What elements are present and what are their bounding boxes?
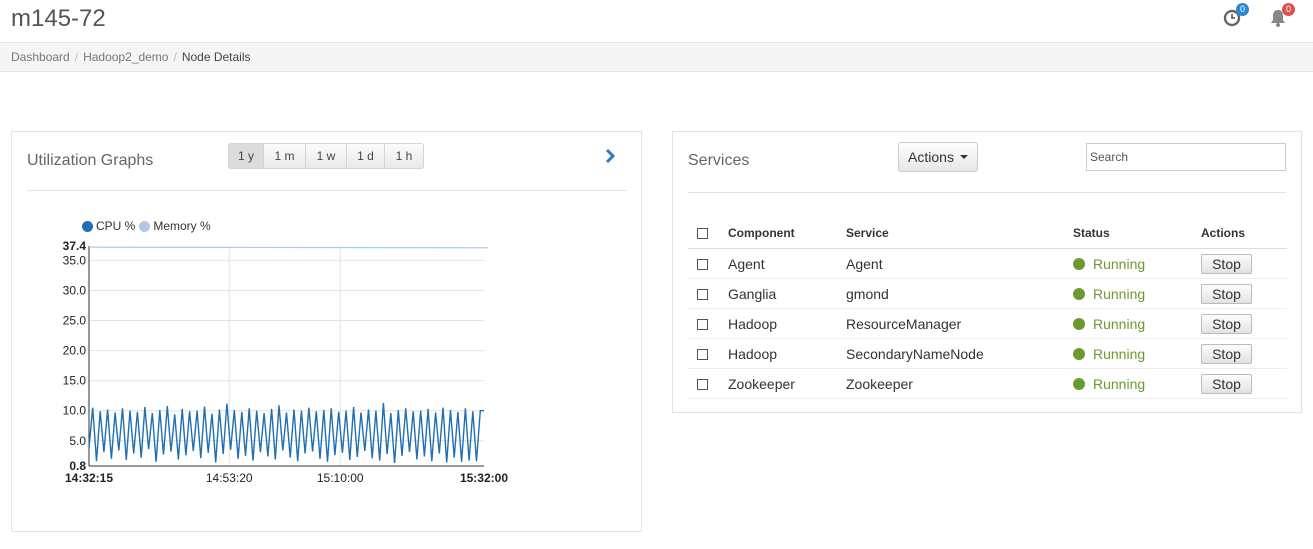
table-header-row: Component Service Status Actions xyxy=(688,218,1287,249)
breadcrumb-separator: / xyxy=(173,50,177,64)
y-tick-label: 37.4 xyxy=(63,239,87,253)
chevron-right-icon xyxy=(605,148,616,164)
memory-series-line xyxy=(88,246,489,249)
column-header-actions: Actions xyxy=(1201,218,1287,249)
services-panel: Services Actions Component Service Statu… xyxy=(672,131,1302,413)
row-checkbox[interactable] xyxy=(697,289,708,301)
page-title: m145-72 xyxy=(11,5,106,32)
range-1m-button[interactable]: 1 m xyxy=(264,143,306,169)
service-cell: gmond xyxy=(846,278,1073,309)
breadcrumb-cluster-link[interactable]: Hadoop2_demo xyxy=(83,50,168,64)
component-cell: Hadoop xyxy=(728,308,846,339)
legend-label-cpu: CPU % xyxy=(96,219,136,233)
time-range-selector: 1 y 1 m 1 w 1 d 1 h xyxy=(228,143,424,169)
row-checkbox[interactable] xyxy=(697,349,708,361)
y-tick-label: 35.0 xyxy=(63,253,87,267)
stop-button[interactable]: Stop xyxy=(1201,373,1252,394)
status-text: Running xyxy=(1093,315,1146,332)
legend-swatch-cpu xyxy=(82,220,93,232)
breadcrumb-separator: / xyxy=(74,50,79,64)
column-header-status[interactable]: Status xyxy=(1073,218,1201,249)
status-running-icon xyxy=(1073,257,1085,270)
x-tick-label: 15:10:00 xyxy=(317,471,364,485)
utilization-panel: Utilization Graphs 1 y 1 m 1 w 1 d 1 h C… xyxy=(11,131,642,532)
component-cell: Zookeeper xyxy=(728,368,846,399)
activity-count-badge: 0 xyxy=(1236,3,1249,16)
component-cell: Agent xyxy=(728,248,846,279)
component-cell: Ganglia xyxy=(728,278,846,309)
services-title: Services xyxy=(688,152,750,169)
y-tick-label: 30.0 xyxy=(63,283,87,297)
utilization-chart: 37.435.030.025.020.015.010.05.00.814:32:… xyxy=(63,239,509,485)
stop-button[interactable]: Stop xyxy=(1201,283,1252,304)
column-header-component[interactable]: Component xyxy=(728,218,846,249)
legend-item-cpu[interactable]: CPU % xyxy=(82,219,135,233)
range-1d-button[interactable]: 1 d xyxy=(347,143,385,169)
y-tick-label: 5.0 xyxy=(69,434,86,448)
table-row: Hadoop SecondaryNameNode Running Stop xyxy=(688,338,1287,369)
status-text: Running xyxy=(1093,375,1146,392)
stop-button[interactable]: Stop xyxy=(1201,343,1252,364)
notification-count-badge: 0 xyxy=(1282,3,1295,16)
x-tick-label: 15:32:00 xyxy=(460,471,508,485)
search-input[interactable] xyxy=(1086,143,1286,171)
status-running-icon xyxy=(1073,317,1085,330)
legend-item-memory[interactable]: Memory % xyxy=(139,219,211,233)
breadcrumb: Dashboard / Hadoop2_demo / Node Details xyxy=(0,42,1313,72)
service-cell: Agent xyxy=(846,248,1073,279)
breadcrumb-dashboard-link[interactable]: Dashboard xyxy=(11,50,70,64)
status-cell: Running xyxy=(1073,316,1201,332)
row-checkbox[interactable] xyxy=(697,319,708,331)
column-header-service[interactable]: Service xyxy=(846,218,1073,249)
actions-label: Actions xyxy=(908,149,954,165)
service-cell: ResourceManager xyxy=(846,308,1073,339)
divider xyxy=(688,192,1286,193)
table-row: Ganglia gmond Running Stop xyxy=(688,278,1287,309)
status-cell: Running xyxy=(1073,376,1201,392)
row-checkbox[interactable] xyxy=(697,379,708,391)
table-row: Hadoop ResourceManager Running Stop xyxy=(688,308,1287,339)
legend-swatch-memory xyxy=(139,220,151,232)
recent-activity-button[interactable]: 0 xyxy=(1220,3,1249,30)
y-tick-label: 20.0 xyxy=(63,344,87,358)
stop-button[interactable]: Stop xyxy=(1201,313,1252,334)
status-cell: Running xyxy=(1073,256,1201,272)
table-row: Zookeeper Zookeeper Running Stop xyxy=(688,368,1287,399)
expand-graphs-button[interactable] xyxy=(602,148,618,164)
legend-label-memory: Memory % xyxy=(153,219,211,233)
y-tick-label: 10.0 xyxy=(63,404,87,418)
x-tick-label: 14:53:20 xyxy=(206,471,253,485)
status-text: Running xyxy=(1093,345,1146,362)
range-1w-button[interactable]: 1 w xyxy=(306,143,347,169)
service-cell: SecondaryNameNode xyxy=(846,338,1073,369)
utilization-title: Utilization Graphs xyxy=(27,152,154,169)
y-tick-label: 25.0 xyxy=(63,314,87,328)
stop-button[interactable]: Stop xyxy=(1201,253,1252,274)
status-running-icon xyxy=(1073,377,1085,390)
row-checkbox[interactable] xyxy=(697,259,708,271)
breadcrumb-current: Node Details xyxy=(181,50,251,64)
range-1y-button[interactable]: 1 y xyxy=(228,143,264,169)
services-table: Component Service Status Actions Agent A… xyxy=(688,218,1287,399)
chart-legend: CPU % Memory % xyxy=(82,219,215,233)
x-tick-label: 14:32:15 xyxy=(65,471,113,485)
cpu-series-line xyxy=(88,402,484,464)
y-tick-label: 15.0 xyxy=(63,374,87,388)
status-running-icon xyxy=(1073,347,1085,360)
notifications-button[interactable]: 0 xyxy=(1266,3,1295,30)
table-row: Agent Agent Running Stop xyxy=(688,248,1287,279)
service-cell: Zookeeper xyxy=(846,368,1073,399)
range-1h-button[interactable]: 1 h xyxy=(385,143,424,169)
divider xyxy=(27,190,627,191)
select-all-checkbox[interactable] xyxy=(697,228,708,240)
top-bar: m145-72 0 0 xyxy=(0,0,1313,42)
status-running-icon xyxy=(1073,287,1085,300)
status-text: Running xyxy=(1093,255,1146,272)
actions-dropdown-button[interactable]: Actions xyxy=(898,142,978,172)
status-cell: Running xyxy=(1073,286,1201,302)
status-cell: Running xyxy=(1073,346,1201,362)
caret-down-icon xyxy=(959,155,968,159)
status-text: Running xyxy=(1093,285,1146,302)
component-cell: Hadoop xyxy=(728,338,846,369)
